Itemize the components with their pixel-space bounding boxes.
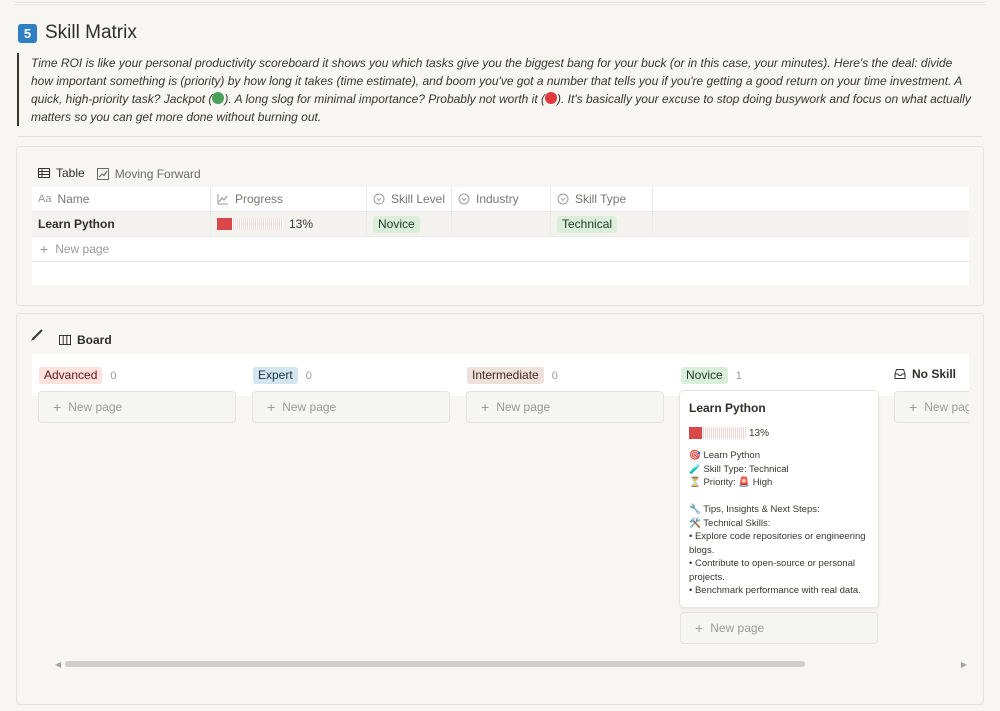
inbox-icon: [894, 369, 906, 379]
scroll-right-arrow-icon[interactable]: ▶: [961, 660, 967, 669]
scrollbar-thumb[interactable]: [65, 661, 805, 667]
industry-cell[interactable]: [452, 212, 551, 236]
group-tag: Advanced: [39, 367, 103, 384]
tab-board[interactable]: Board: [59, 333, 112, 347]
scroll-left-arrow-icon[interactable]: ◀: [55, 660, 61, 669]
progress-fill: [689, 427, 702, 439]
view-tabs: Table Moving Forward: [32, 159, 207, 190]
card-progress: 13%: [689, 427, 869, 439]
group-tag: Intermediate: [467, 367, 544, 384]
progress-fill: [217, 218, 232, 230]
column-label: Skill Level: [391, 192, 446, 206]
group-count: 0: [551, 369, 558, 382]
progress-bar: [689, 427, 746, 439]
new-page-button[interactable]: + New page: [680, 612, 878, 644]
column-label: Progress: [235, 192, 284, 206]
plus-icon: +: [267, 399, 276, 415]
column-header[interactable]: Novice 1: [681, 367, 742, 384]
column-header-name[interactable]: Aa Name: [32, 187, 211, 211]
table-database: Table Moving Forward Aa Name Progress Sk…: [16, 146, 984, 306]
plus-icon: +: [695, 620, 704, 636]
tab-moving-forward-label: Moving Forward: [114, 167, 201, 181]
tab-table-label: Table: [56, 166, 85, 180]
name-cell[interactable]: Learn Python: [32, 212, 211, 236]
section-heading: 5 Skill Matrix: [18, 22, 137, 44]
number-badge: 5: [18, 23, 37, 43]
board-database: Board Advanced 0 + New page Expert 0 + N…: [16, 313, 984, 705]
board-card[interactable]: Learn Python 13% 🎯 Learn Python 🧪 Skill …: [680, 391, 878, 607]
column-label: Industry: [476, 192, 519, 206]
group-tag: Expert: [253, 367, 298, 384]
trend-icon: [217, 194, 228, 205]
top-divider: [0, 0, 1000, 10]
select-icon: [557, 193, 569, 205]
group-count: 0: [110, 369, 117, 382]
table-icon: [38, 168, 50, 178]
new-page-label: New page: [496, 400, 551, 414]
new-page-button[interactable]: + New page: [466, 391, 664, 423]
no-skill-label: No Skill: [912, 367, 957, 381]
new-page-row[interactable]: + New page: [32, 237, 969, 262]
new-page-button[interactable]: + New page: [252, 391, 450, 423]
divider: [17, 136, 983, 137]
data-table: Aa Name Progress Skill Level Industry Sk…: [32, 187, 969, 285]
new-page-button[interactable]: + New page: [894, 391, 969, 423]
column-header-progress[interactable]: Progress: [211, 187, 367, 211]
skill-type-tag: Technical: [557, 215, 618, 233]
chart-icon: [96, 168, 109, 180]
plus-icon: +: [909, 399, 918, 415]
paintbrush-icon: [31, 329, 43, 341]
new-page-label: New page: [282, 400, 337, 414]
column-header-skill-level[interactable]: Skill Level: [367, 187, 452, 211]
board-icon: [59, 335, 71, 345]
text-aa-icon: Aa: [38, 193, 52, 205]
group-tag: Novice: [681, 367, 728, 384]
column-header-industry[interactable]: Industry: [452, 187, 551, 211]
skill-type-cell[interactable]: Technical: [551, 212, 653, 236]
quote-text-2: ). A long slog for minimal importance? P…: [224, 92, 545, 106]
group-count: 1: [735, 369, 742, 382]
column-label: Skill Type: [575, 192, 627, 206]
progress-value: 13%: [749, 427, 770, 439]
table-row[interactable]: Learn Python 13% Novice Technical: [32, 212, 969, 237]
card-body: 🎯 Learn Python 🧪 Skill Type: Technical ⏳…: [689, 450, 866, 596]
tab-moving-forward[interactable]: Moving Forward: [91, 159, 207, 190]
plus-icon: +: [40, 241, 49, 257]
column-header[interactable]: Expert 0: [253, 367, 312, 384]
card-title: Learn Python: [689, 401, 766, 415]
skill-level-tag: Novice: [373, 215, 420, 233]
column-header[interactable]: Intermediate 0: [467, 367, 558, 384]
plus-icon: +: [481, 399, 490, 415]
progress-value: 13%: [289, 217, 314, 231]
skill-level-cell[interactable]: Novice: [367, 212, 452, 236]
group-count: 0: [305, 369, 312, 382]
column-header[interactable]: No Skill: [894, 367, 956, 381]
green-circle-icon: [212, 92, 225, 104]
progress-cell[interactable]: 13%: [211, 212, 367, 236]
red-circle-icon: [544, 92, 557, 104]
select-icon: [458, 193, 470, 205]
new-page-label: New page: [710, 621, 765, 635]
plus-icon: +: [53, 399, 62, 415]
quote-block: Time ROI is like your personal productiv…: [17, 53, 972, 126]
table-footer: [32, 262, 969, 285]
tab-table[interactable]: Table: [32, 159, 91, 190]
horizontal-scrollbar[interactable]: ◀ ▶: [55, 660, 967, 669]
select-icon: [373, 193, 385, 205]
page-title: Skill Matrix: [45, 22, 137, 43]
board-columns: Advanced 0 + New page Expert 0 + New pag…: [32, 354, 969, 654]
new-page-label: New page: [924, 400, 969, 414]
new-page-label: New page: [68, 400, 123, 414]
new-page-button[interactable]: + New page: [38, 391, 236, 423]
tab-board-label: Board: [77, 333, 112, 347]
column-label: Name: [57, 192, 90, 206]
new-page-label: New page: [55, 242, 110, 256]
progress-bar: [217, 218, 283, 230]
column-header[interactable]: Advanced 0: [39, 367, 117, 384]
column-header-skill-type[interactable]: Skill Type: [551, 187, 653, 211]
table-header: Aa Name Progress Skill Level Industry Sk…: [32, 187, 969, 212]
